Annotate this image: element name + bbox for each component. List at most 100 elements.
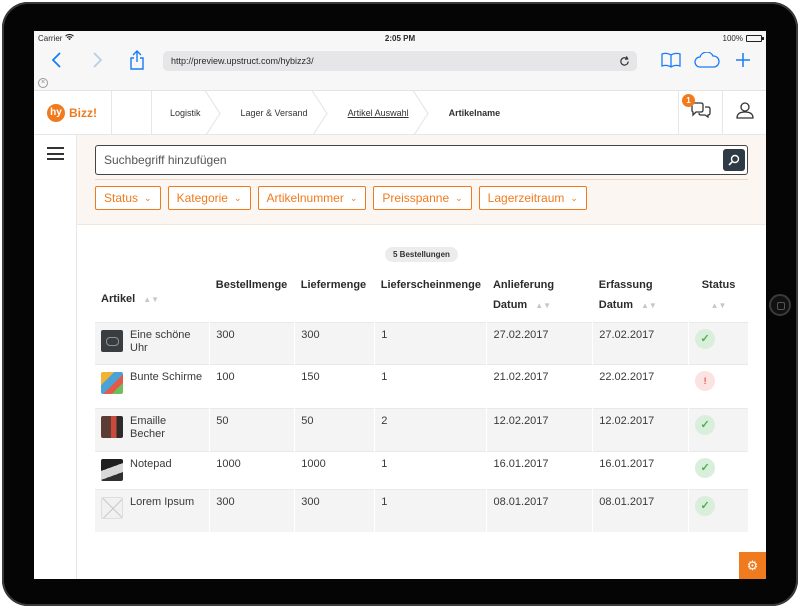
cell-lieferscheinmenge: 2 <box>374 408 488 452</box>
breadcrumb-logistik[interactable]: Logistik <box>152 91 223 135</box>
column-label: Bestellmenge <box>215 279 288 291</box>
app-header: hy Bizz! Logistik Lager & Versand Artike… <box>34 91 766 135</box>
cell-liefermenge: 300 <box>294 489 376 532</box>
column-header-anlieferung[interactable]: Anlieferung Datum ▲▼ <box>487 269 593 323</box>
cell-bestellmenge: 300 <box>209 322 296 365</box>
browser-right-actions <box>658 47 756 73</box>
cell-erfassung: 16.01.2017 <box>592 451 690 490</box>
product-name: Lorem Ipsum <box>130 496 195 508</box>
column-label: Lieferscheinmenge <box>380 279 481 291</box>
url-field[interactable]: http://preview.upstruct.com/hybizz3/ <box>163 51 637 71</box>
cell-bestellmenge: 100 <box>209 364 296 409</box>
table-row[interactable]: Bunte Schirme 100 150 1 21.02.2017 22.02… <box>95 364 749 409</box>
chevron-down-icon: ⌄ <box>233 192 242 203</box>
logo-text: Bizz! <box>69 105 97 120</box>
filter-status[interactable]: Status ⌄ <box>95 186 161 210</box>
product-thumbnail <box>101 459 123 481</box>
user-button[interactable] <box>722 91 766 134</box>
bookmarks-icon[interactable] <box>658 47 684 73</box>
orders-table: Artikel ▲▼ Bestellmenge Liefermenge Liefe… <box>95 269 749 532</box>
sort-icon[interactable]: ▲▼ <box>711 301 727 310</box>
status-ok-icon: ✓ <box>695 415 716 435</box>
ios-status-bar: Carrier 2:05 PM 100% <box>34 31 766 45</box>
table-row[interactable]: Eine schöne Uhr 300 300 1 27.02.2017 27.… <box>95 322 749 365</box>
table-row[interactable]: Emaille Becher 50 50 2 12.02.2017 12.02.… <box>95 408 749 452</box>
column-header-bestellmenge[interactable]: Bestellmenge <box>210 269 295 323</box>
cell-status: ✓ <box>688 451 749 490</box>
cell-lieferscheinmenge: 1 <box>374 451 488 490</box>
filter-label: Status <box>104 191 139 205</box>
search-input[interactable] <box>104 153 704 167</box>
table-header-row: Artikel ▲▼ Bestellmenge Liefermenge Liefe… <box>95 269 749 323</box>
chevron-down-icon: ⌄ <box>455 192 463 203</box>
settings-gear-icon[interactable]: ⚙ <box>739 552 766 579</box>
filter-artikelnummer[interactable]: Artikelnummer ⌄ <box>257 186 367 210</box>
share-icon[interactable] <box>124 47 150 73</box>
battery-icon <box>746 34 764 42</box>
chevron-down-icon: ⌄ <box>144 192 152 203</box>
filter-label: Artikelnummer <box>266 191 344 205</box>
breadcrumb-artikel-auswahl[interactable]: Artikel Auswahl <box>330 91 431 135</box>
cell-bestellmenge: 50 <box>209 408 296 452</box>
forward-icon[interactable] <box>84 47 110 73</box>
cell-artikel: Lorem Ipsum <box>95 489 211 532</box>
side-rail <box>34 135 77 579</box>
status-ok-icon: ✓ <box>695 458 716 478</box>
column-label: Liefermenge <box>300 279 367 291</box>
table-row[interactable]: Lorem Ipsum 300 300 1 08.01.2017 08.01.2… <box>95 489 749 532</box>
sort-icon[interactable]: ▲▼ <box>641 301 657 310</box>
filter-preisspanne[interactable]: Preisspanne ⌄ <box>373 186 472 210</box>
chevron-down-icon: ⌄ <box>349 192 358 203</box>
cell-bestellmenge: 300 <box>209 489 296 532</box>
column-header-lieferscheinmenge[interactable]: Lieferscheinmenge <box>375 269 487 323</box>
browser-toolbar: http://preview.upstruct.com/hybizz3/ <box>34 45 766 75</box>
results-count-badge: 5 Bestellungen <box>385 247 458 262</box>
column-label: Status <box>701 279 736 291</box>
cell-bestellmenge: 1000 <box>209 451 296 490</box>
cell-status: ✓ <box>688 408 749 452</box>
cell-liefermenge: 50 <box>294 408 376 452</box>
cell-status: ✓ <box>688 489 749 532</box>
clock: 2:05 PM <box>384 33 416 43</box>
column-label: Artikel <box>101 293 136 305</box>
sort-icon[interactable]: ▲▼ <box>143 295 159 304</box>
column-header-liefermenge[interactable]: Liefermenge <box>295 269 375 323</box>
search-box <box>95 145 748 175</box>
cloud-icon[interactable] <box>694 47 720 73</box>
menu-icon[interactable] <box>46 147 64 160</box>
main-content: Status ⌄ Kategorie ⌄ Artikelnummer ⌄ Preiss… <box>77 135 766 579</box>
column-header-erfassung[interactable]: Erfassung Datum ▲▼ <box>593 269 689 323</box>
search-icon[interactable] <box>723 149 745 171</box>
breadcrumb: Logistik Lager & Versand Artikel Auswahl… <box>152 91 522 134</box>
filter-kategorie[interactable]: Kategorie ⌄ <box>167 186 251 210</box>
header-spacer <box>112 91 152 134</box>
cell-status: ! <box>688 364 749 409</box>
cell-liefermenge: 1000 <box>294 451 376 490</box>
user-icon <box>735 101 754 124</box>
breadcrumb-lager-versand[interactable]: Lager & Versand <box>223 91 330 135</box>
product-thumbnail <box>101 416 123 438</box>
cell-liefermenge: 150 <box>294 364 376 409</box>
close-tab-icon[interactable]: × <box>38 77 48 88</box>
logo-mark: hy <box>47 103 65 122</box>
table-row[interactable]: Notepad 1000 1000 1 16.01.2017 16.01.201… <box>95 451 749 490</box>
home-button[interactable] <box>769 294 791 316</box>
product-name: Bunte Schirme <box>130 371 203 383</box>
app-logo[interactable]: hy Bizz! <box>34 91 112 134</box>
sort-icon[interactable]: ▲▼ <box>535 301 551 310</box>
messages-button[interactable]: 1 <box>678 91 722 134</box>
column-header-status[interactable]: Status ▲▼ <box>689 269 749 323</box>
filter-lagerzeitraum[interactable]: Lagerzeitraum ⌄ <box>478 186 587 210</box>
cell-erfassung: 27.02.2017 <box>592 322 690 365</box>
filter-label: Kategorie <box>176 191 228 205</box>
column-label: Erfassung <box>598 279 653 291</box>
filter-area: Status ⌄ Kategorie ⌄ Artikelnummer ⌄ Preiss… <box>77 135 766 225</box>
reload-icon[interactable] <box>617 54 631 68</box>
product-thumbnail <box>101 330 123 352</box>
column-header-artikel[interactable]: Artikel ▲▼ <box>95 269 210 323</box>
new-tab-icon[interactable] <box>730 47 756 73</box>
cell-artikel: Eine schöne Uhr <box>95 322 211 365</box>
cell-anlieferung: 16.01.2017 <box>486 451 594 490</box>
back-icon[interactable] <box>44 47 70 73</box>
column-label: Anlieferung <box>492 279 555 291</box>
